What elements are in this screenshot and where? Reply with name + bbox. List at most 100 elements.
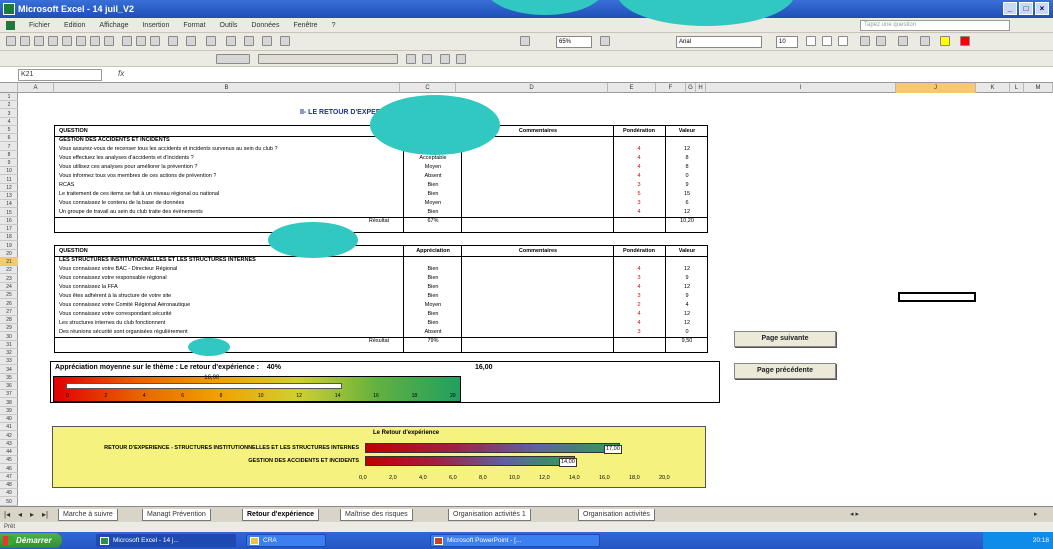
maximize-icon[interactable]: □ bbox=[1019, 2, 1033, 15]
permission-icon[interactable] bbox=[48, 36, 58, 46]
value-cell[interactable]: 9 bbox=[667, 292, 707, 300]
row-header[interactable]: 19 bbox=[0, 242, 18, 250]
column-header[interactable]: D bbox=[456, 83, 608, 93]
name-box[interactable]: K21 bbox=[18, 69, 102, 81]
weight-cell[interactable]: 3 bbox=[615, 274, 663, 282]
column-header[interactable]: B bbox=[54, 83, 400, 93]
row-header[interactable]: 2 bbox=[0, 101, 18, 110]
question-cell[interactable]: Vous assurez-vous de recenser tous les a… bbox=[59, 145, 278, 153]
start-button[interactable]: Démarrer bbox=[0, 533, 62, 548]
fill-color-icon[interactable] bbox=[940, 36, 950, 46]
value-cell[interactable]: 15 bbox=[667, 190, 707, 198]
row-header[interactable]: 11 bbox=[0, 176, 18, 184]
review-reject-icon[interactable] bbox=[456, 54, 466, 64]
row-header[interactable]: 13 bbox=[0, 192, 18, 201]
menu-item-insertion[interactable]: Insertion bbox=[142, 22, 169, 29]
sheet-tab[interactable]: Maîtrise des risques bbox=[340, 509, 413, 521]
header-weight[interactable]: Pondération bbox=[615, 247, 663, 255]
result-label[interactable]: Résultat bbox=[355, 217, 403, 225]
row-header[interactable]: 17 bbox=[0, 225, 18, 234]
appreciation-cell[interactable]: Acceptable bbox=[405, 154, 461, 162]
row-header[interactable]: 29 bbox=[0, 324, 18, 333]
drawing-icon[interactable] bbox=[520, 36, 530, 46]
row-header[interactable]: 44 bbox=[0, 448, 18, 457]
question-cell[interactable]: Les structures internes du club fonction… bbox=[59, 319, 165, 327]
review-next-icon[interactable] bbox=[422, 54, 432, 64]
row-header[interactable]: 37 bbox=[0, 390, 18, 399]
weight-cell[interactable]: 3 bbox=[615, 181, 663, 189]
row-header[interactable]: 15 bbox=[0, 209, 18, 217]
prev-sheet-icon[interactable]: ◂ bbox=[18, 510, 22, 519]
save-icon[interactable] bbox=[34, 36, 44, 46]
appreciation-cell[interactable]: Moyen bbox=[405, 301, 461, 309]
cut-icon[interactable] bbox=[122, 36, 132, 46]
review-icon[interactable] bbox=[406, 54, 416, 64]
task-powerpoint[interactable]: Microsoft PowerPoint - [... bbox=[430, 534, 600, 547]
redo-icon[interactable] bbox=[206, 36, 216, 46]
appreciation-cell[interactable]: Bien bbox=[405, 319, 461, 327]
row-header[interactable]: 18 bbox=[0, 233, 18, 242]
result-pct[interactable]: 67% bbox=[405, 217, 461, 225]
row-header[interactable]: 12 bbox=[0, 184, 18, 192]
value-cell[interactable]: 0 bbox=[667, 172, 707, 180]
value-cell[interactable]: 0 bbox=[667, 328, 707, 336]
column-header[interactable]: K bbox=[976, 83, 1010, 93]
question-cell[interactable]: Vous informez tous vos membres de ces ac… bbox=[59, 172, 216, 180]
menu-item-affichage[interactable]: Affichage bbox=[99, 22, 128, 29]
question-cell[interactable]: Vous connaissez votre BAC - Directeur Ré… bbox=[59, 265, 177, 273]
value-cell[interactable]: 12 bbox=[667, 310, 707, 318]
open-icon[interactable] bbox=[20, 36, 30, 46]
task-cra[interactable]: CRA bbox=[246, 534, 326, 547]
font-name-select[interactable]: Arial bbox=[676, 36, 762, 48]
row-header[interactable]: 40 bbox=[0, 415, 18, 424]
column-header[interactable]: C bbox=[400, 83, 456, 93]
spelling-icon[interactable] bbox=[90, 36, 100, 46]
value-cell[interactable]: 12 bbox=[667, 283, 707, 291]
weight-cell[interactable]: 4 bbox=[615, 154, 663, 162]
question-cell[interactable]: Un groupe de travail au sein du club tra… bbox=[59, 208, 203, 216]
underline-icon[interactable] bbox=[838, 36, 848, 46]
row-header[interactable]: 4 bbox=[0, 118, 18, 126]
result-pct[interactable]: 79% bbox=[405, 337, 461, 345]
row-header[interactable]: 30 bbox=[0, 333, 18, 341]
appreciation-cell[interactable]: Moyen bbox=[405, 163, 461, 171]
sheet-tab[interactable]: Marche à suivre bbox=[58, 509, 118, 521]
row-header[interactable]: 45 bbox=[0, 456, 18, 465]
row-header[interactable]: 6 bbox=[0, 134, 18, 143]
row-header[interactable]: 7 bbox=[0, 143, 18, 151]
menu-item-format[interactable]: Format bbox=[183, 22, 205, 29]
weight-cell[interactable]: 4 bbox=[615, 265, 663, 273]
font-size-select[interactable]: 10 bbox=[776, 36, 798, 48]
value-cell[interactable]: 9 bbox=[667, 274, 707, 282]
undo-icon[interactable] bbox=[186, 36, 196, 46]
value-cell[interactable]: 12 bbox=[667, 208, 707, 216]
previous-page-button[interactable]: Page précédente bbox=[734, 363, 836, 379]
appreciation-cell[interactable]: Moyen bbox=[405, 199, 461, 207]
header-value[interactable]: Valeur bbox=[667, 247, 707, 255]
value-cell[interactable]: 6 bbox=[667, 199, 707, 207]
menu-item-edition[interactable]: Edition bbox=[64, 22, 85, 29]
menu-item-help[interactable]: ? bbox=[332, 22, 336, 29]
row-header[interactable]: 38 bbox=[0, 399, 18, 407]
sort-asc-icon[interactable] bbox=[262, 36, 272, 46]
result-label[interactable]: Résultat bbox=[355, 337, 403, 345]
row-header[interactable]: 3 bbox=[0, 110, 18, 118]
selected-cell[interactable] bbox=[898, 292, 976, 302]
question-cell[interactable]: Vous utilisez ces analyses pour améliore… bbox=[59, 163, 198, 171]
row-header[interactable]: 41 bbox=[0, 423, 18, 432]
appreciation-cell[interactable]: Bien bbox=[405, 208, 461, 216]
row-header[interactable]: 8 bbox=[0, 151, 18, 159]
row-header[interactable]: 20 bbox=[0, 250, 18, 258]
row-header[interactable]: 34 bbox=[0, 366, 18, 374]
hscroll-right-icon[interactable]: ▸ bbox=[1034, 510, 1038, 518]
copy-icon[interactable] bbox=[136, 36, 146, 46]
header-comments[interactable]: Commentaires bbox=[463, 247, 613, 255]
value-cell[interactable] bbox=[667, 256, 707, 264]
sheet-tab[interactable]: Managt Prévention bbox=[142, 509, 211, 521]
review-accept-icon[interactable] bbox=[440, 54, 450, 64]
preview-icon[interactable] bbox=[76, 36, 86, 46]
row-header[interactable]: 23 bbox=[0, 275, 18, 283]
question-cell[interactable]: Le traitement de ces items se fait à un … bbox=[59, 190, 219, 198]
value-cell[interactable]: 9 bbox=[667, 181, 707, 189]
row-header[interactable]: 31 bbox=[0, 341, 18, 349]
